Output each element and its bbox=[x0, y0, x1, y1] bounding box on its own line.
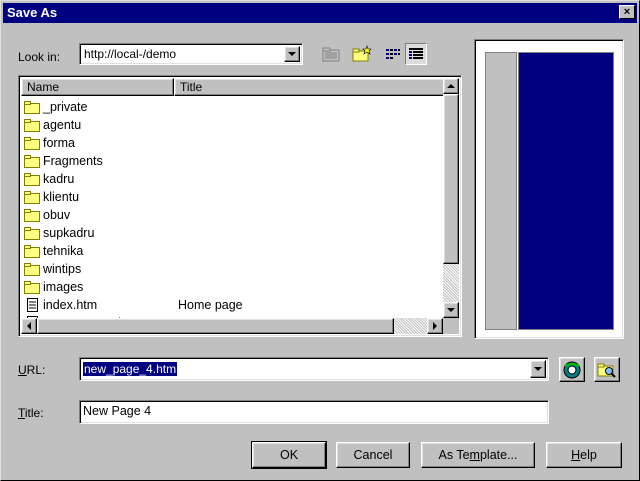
url-label: URL: bbox=[18, 363, 46, 377]
folder-item[interactable]: tehnika bbox=[21, 242, 443, 260]
column-header-title[interactable]: Title bbox=[174, 78, 445, 96]
scroll-down-button[interactable] bbox=[443, 302, 459, 318]
web-globe-icon bbox=[563, 361, 581, 378]
folder-icon bbox=[24, 100, 40, 114]
chevron-down-icon bbox=[288, 52, 296, 56]
look-in-dropdown[interactable]: http://local-/demo bbox=[79, 43, 303, 65]
folder-item[interactable]: supkadru bbox=[21, 224, 443, 242]
horizontal-scrollbar[interactable] bbox=[21, 318, 443, 334]
title-input[interactable]: New Page 4 bbox=[79, 400, 549, 424]
column-header-name[interactable]: Name bbox=[21, 78, 174, 96]
file-list-rows: _privateagentu forma Fragments kadru klientu… bbox=[21, 98, 443, 318]
file-list-header: Name Title bbox=[21, 78, 445, 96]
page-preview bbox=[474, 39, 624, 339]
folder-item[interactable]: Fragments bbox=[21, 152, 443, 170]
scroll-up-button[interactable] bbox=[443, 78, 459, 94]
save-as-dialog: Save As × Look in: http://local-/demo Na… bbox=[0, 0, 640, 481]
folder-icon bbox=[24, 118, 40, 132]
vertical-scrollbar[interactable] bbox=[443, 78, 459, 318]
item-name: supkadru bbox=[43, 226, 95, 240]
file-item[interactable]: index.htm Home page bbox=[21, 296, 443, 314]
item-name: index.htm bbox=[43, 298, 98, 312]
item-name: agentu bbox=[43, 118, 82, 132]
browse-files-button[interactable] bbox=[594, 357, 620, 382]
folder-item[interactable]: forma bbox=[21, 134, 443, 152]
close-button[interactable]: × bbox=[619, 5, 635, 19]
up-one-level-button[interactable] bbox=[320, 43, 342, 65]
folder-icon bbox=[24, 244, 40, 258]
list-view-button[interactable] bbox=[382, 43, 404, 65]
look-in-dropdown-button[interactable] bbox=[284, 46, 300, 62]
item-name: Fragments bbox=[43, 154, 103, 168]
item-name: images bbox=[43, 280, 84, 294]
details-view-button[interactable] bbox=[405, 43, 427, 65]
url-input[interactable]: new_page_4.htm bbox=[83, 362, 178, 376]
arrow-left-icon bbox=[27, 322, 31, 330]
folder-item[interactable]: obuv bbox=[21, 206, 443, 224]
folder-icon bbox=[24, 262, 40, 276]
folder-item[interactable]: klientu bbox=[21, 188, 443, 206]
folder-item[interactable]: wintips bbox=[21, 260, 443, 278]
item-name: tehnika bbox=[43, 244, 84, 258]
scrollbar-corner bbox=[443, 318, 459, 334]
file-list[interactable]: Name Title _privateagentu forma Fragments k… bbox=[18, 75, 462, 337]
cancel-button[interactable]: Cancel bbox=[336, 442, 410, 468]
folder-icon bbox=[24, 172, 40, 186]
chevron-down-icon bbox=[534, 367, 542, 371]
item-title: Home page bbox=[178, 298, 243, 312]
browse-folder-icon bbox=[597, 363, 616, 378]
window-title: Save As bbox=[7, 5, 58, 20]
item-name: forma bbox=[43, 136, 75, 150]
close-icon: × bbox=[623, 6, 631, 18]
folder-icon bbox=[24, 280, 40, 294]
look-in-value: http://local-/demo bbox=[84, 47, 177, 61]
item-name: kadru bbox=[43, 172, 75, 186]
item-name: _private bbox=[43, 100, 88, 114]
title-bar: Save As × bbox=[3, 3, 637, 23]
folder-item[interactable]: images bbox=[21, 278, 443, 296]
folder-icon bbox=[24, 226, 40, 240]
help-button[interactable]: Help bbox=[546, 442, 622, 468]
scroll-right-button[interactable] bbox=[427, 318, 443, 334]
arrow-down-icon bbox=[447, 308, 455, 312]
create-new-folder-button[interactable] bbox=[351, 43, 373, 65]
arrow-up-icon bbox=[447, 84, 455, 88]
title-value: New Page 4 bbox=[83, 404, 152, 418]
url-dropdown-button[interactable] bbox=[530, 360, 546, 378]
title-label: Title: bbox=[18, 406, 44, 420]
folder-icon bbox=[24, 136, 40, 150]
item-name: wintips bbox=[43, 262, 82, 276]
item-name: obuv bbox=[43, 208, 71, 222]
as-template-button[interactable]: As Template... bbox=[421, 442, 535, 468]
folder-icon bbox=[24, 208, 40, 222]
vertical-scroll-thumb[interactable] bbox=[443, 94, 459, 264]
horizontal-scroll-thumb[interactable] bbox=[37, 318, 394, 334]
folder-icon bbox=[24, 190, 40, 204]
ok-button[interactable]: OK bbox=[251, 441, 327, 469]
look-in-label: Look in: bbox=[18, 50, 61, 64]
item-name: klientu bbox=[43, 190, 80, 204]
browse-web-button[interactable] bbox=[559, 357, 585, 382]
list-view-icon bbox=[386, 49, 400, 59]
url-value: new_page_4.htm bbox=[83, 362, 178, 376]
folder-item[interactable]: agentu bbox=[21, 116, 443, 134]
scroll-left-button[interactable] bbox=[21, 318, 37, 334]
folder-item[interactable]: _private bbox=[21, 98, 443, 116]
url-combo[interactable]: new_page_4.htm bbox=[79, 357, 549, 381]
folder-item[interactable]: kadru bbox=[21, 170, 443, 188]
preview-left-frame bbox=[485, 52, 517, 330]
document-icon bbox=[24, 298, 40, 312]
arrow-right-icon bbox=[433, 322, 437, 330]
details-view-icon bbox=[409, 48, 423, 59]
preview-main-frame bbox=[518, 52, 614, 330]
folder-icon bbox=[24, 154, 40, 168]
create-new-folder-icon bbox=[352, 45, 372, 62]
up-one-level-icon bbox=[322, 47, 340, 62]
